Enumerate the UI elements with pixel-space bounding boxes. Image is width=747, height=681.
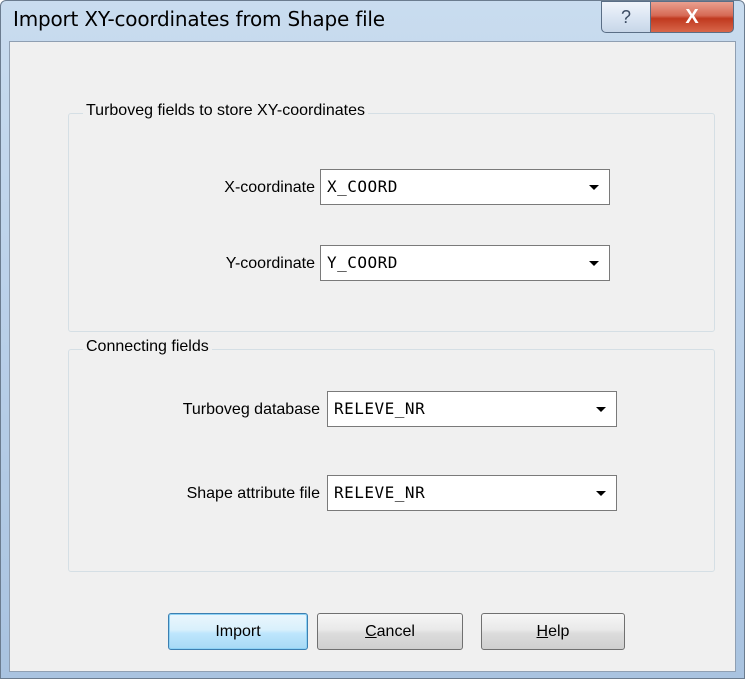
connecting-fields-groupbox: Connecting fields [68, 338, 715, 572]
connecting-fields-group-title: Connecting fields [83, 338, 212, 356]
chevron-down-icon [596, 407, 606, 412]
chevron-down-icon [589, 185, 599, 190]
close-icon: X [685, 5, 699, 28]
turboveg-database-dropdown[interactable]: RELEVE_NR [327, 391, 617, 427]
y-coordinate-value: Y_COORD [327, 253, 398, 272]
chevron-down-icon [596, 491, 606, 496]
x-coordinate-dropdown[interactable]: X_COORD [320, 169, 610, 205]
shape-attribute-file-value: RELEVE_NR [334, 483, 426, 502]
turboveg-database-value: RELEVE_NR [334, 399, 426, 418]
turboveg-database-label: Turboveg database [182, 401, 320, 418]
y-coordinate-label: Y-coordinate [225, 255, 315, 272]
xy-fields-group-title: Turboveg fields to store XY-coordinates [83, 102, 368, 120]
import-button[interactable]: Import [168, 613, 308, 650]
shape-attribute-file-label: Shape attribute file [186, 485, 320, 502]
help-button[interactable]: Help [481, 613, 625, 650]
xy-fields-groupbox: Turboveg fields to store XY-coordinates [68, 102, 715, 332]
x-coordinate-value: X_COORD [327, 177, 398, 196]
dialog-client-area: Turboveg fields to store XY-coordinates … [9, 41, 736, 672]
close-button[interactable]: X [650, 1, 734, 33]
title-bar[interactable]: Import XY-coordinates from Shape file ? … [1, 1, 744, 41]
shape-attribute-file-dropdown[interactable]: RELEVE_NR [327, 475, 617, 511]
x-coordinate-label: X-coordinate [224, 179, 315, 196]
cancel-button-label: Cancel [365, 622, 415, 640]
import-button-label: Import [215, 622, 261, 640]
help-title-button[interactable]: ? [601, 1, 651, 33]
cancel-button[interactable]: Cancel [317, 613, 463, 650]
question-icon: ? [620, 6, 631, 27]
help-button-label: Help [536, 622, 570, 640]
dialog-window: Import XY-coordinates from Shape file ? … [0, 0, 745, 679]
window-title: Import XY-coordinates from Shape file [13, 7, 385, 31]
chevron-down-icon [589, 261, 599, 266]
y-coordinate-dropdown[interactable]: Y_COORD [320, 245, 610, 281]
